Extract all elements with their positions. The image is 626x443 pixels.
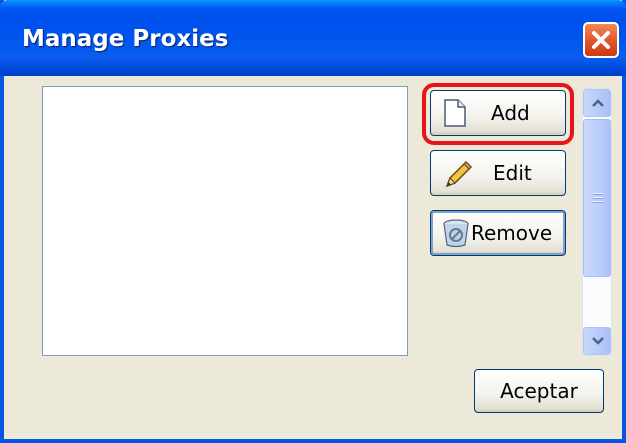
title-bar[interactable]: Manage Proxies <box>0 0 626 76</box>
ok-button-label: Aceptar <box>500 379 578 403</box>
edit-button-label: Edit <box>493 161 532 185</box>
chevron-down-icon <box>592 337 604 345</box>
scroll-thumb[interactable] <box>583 119 611 277</box>
ok-button[interactable]: Aceptar <box>474 369 604 413</box>
close-icon <box>592 31 610 49</box>
document-icon <box>443 99 467 132</box>
thumb-grip <box>593 193 603 204</box>
window-title: Manage Proxies <box>22 26 229 52</box>
add-button[interactable]: Add <box>430 90 566 136</box>
remove-button[interactable]: Remove <box>430 210 566 256</box>
proxy-list[interactable] <box>42 86 408 356</box>
buttons-scrollbar[interactable] <box>582 88 612 356</box>
close-button[interactable] <box>583 22 619 58</box>
recycle-bin-icon <box>440 217 472 254</box>
remove-button-label: Remove <box>471 221 553 245</box>
manage-proxies-dialog: Manage Proxies Add Edit Remove Aceptar <box>0 0 626 443</box>
scroll-up-button[interactable] <box>583 89 611 117</box>
add-button-label: Add <box>491 101 530 125</box>
edit-button[interactable]: Edit <box>430 150 566 196</box>
chevron-up-icon <box>592 99 604 107</box>
pencil-icon <box>443 158 475 195</box>
scroll-down-button[interactable] <box>583 327 611 355</box>
